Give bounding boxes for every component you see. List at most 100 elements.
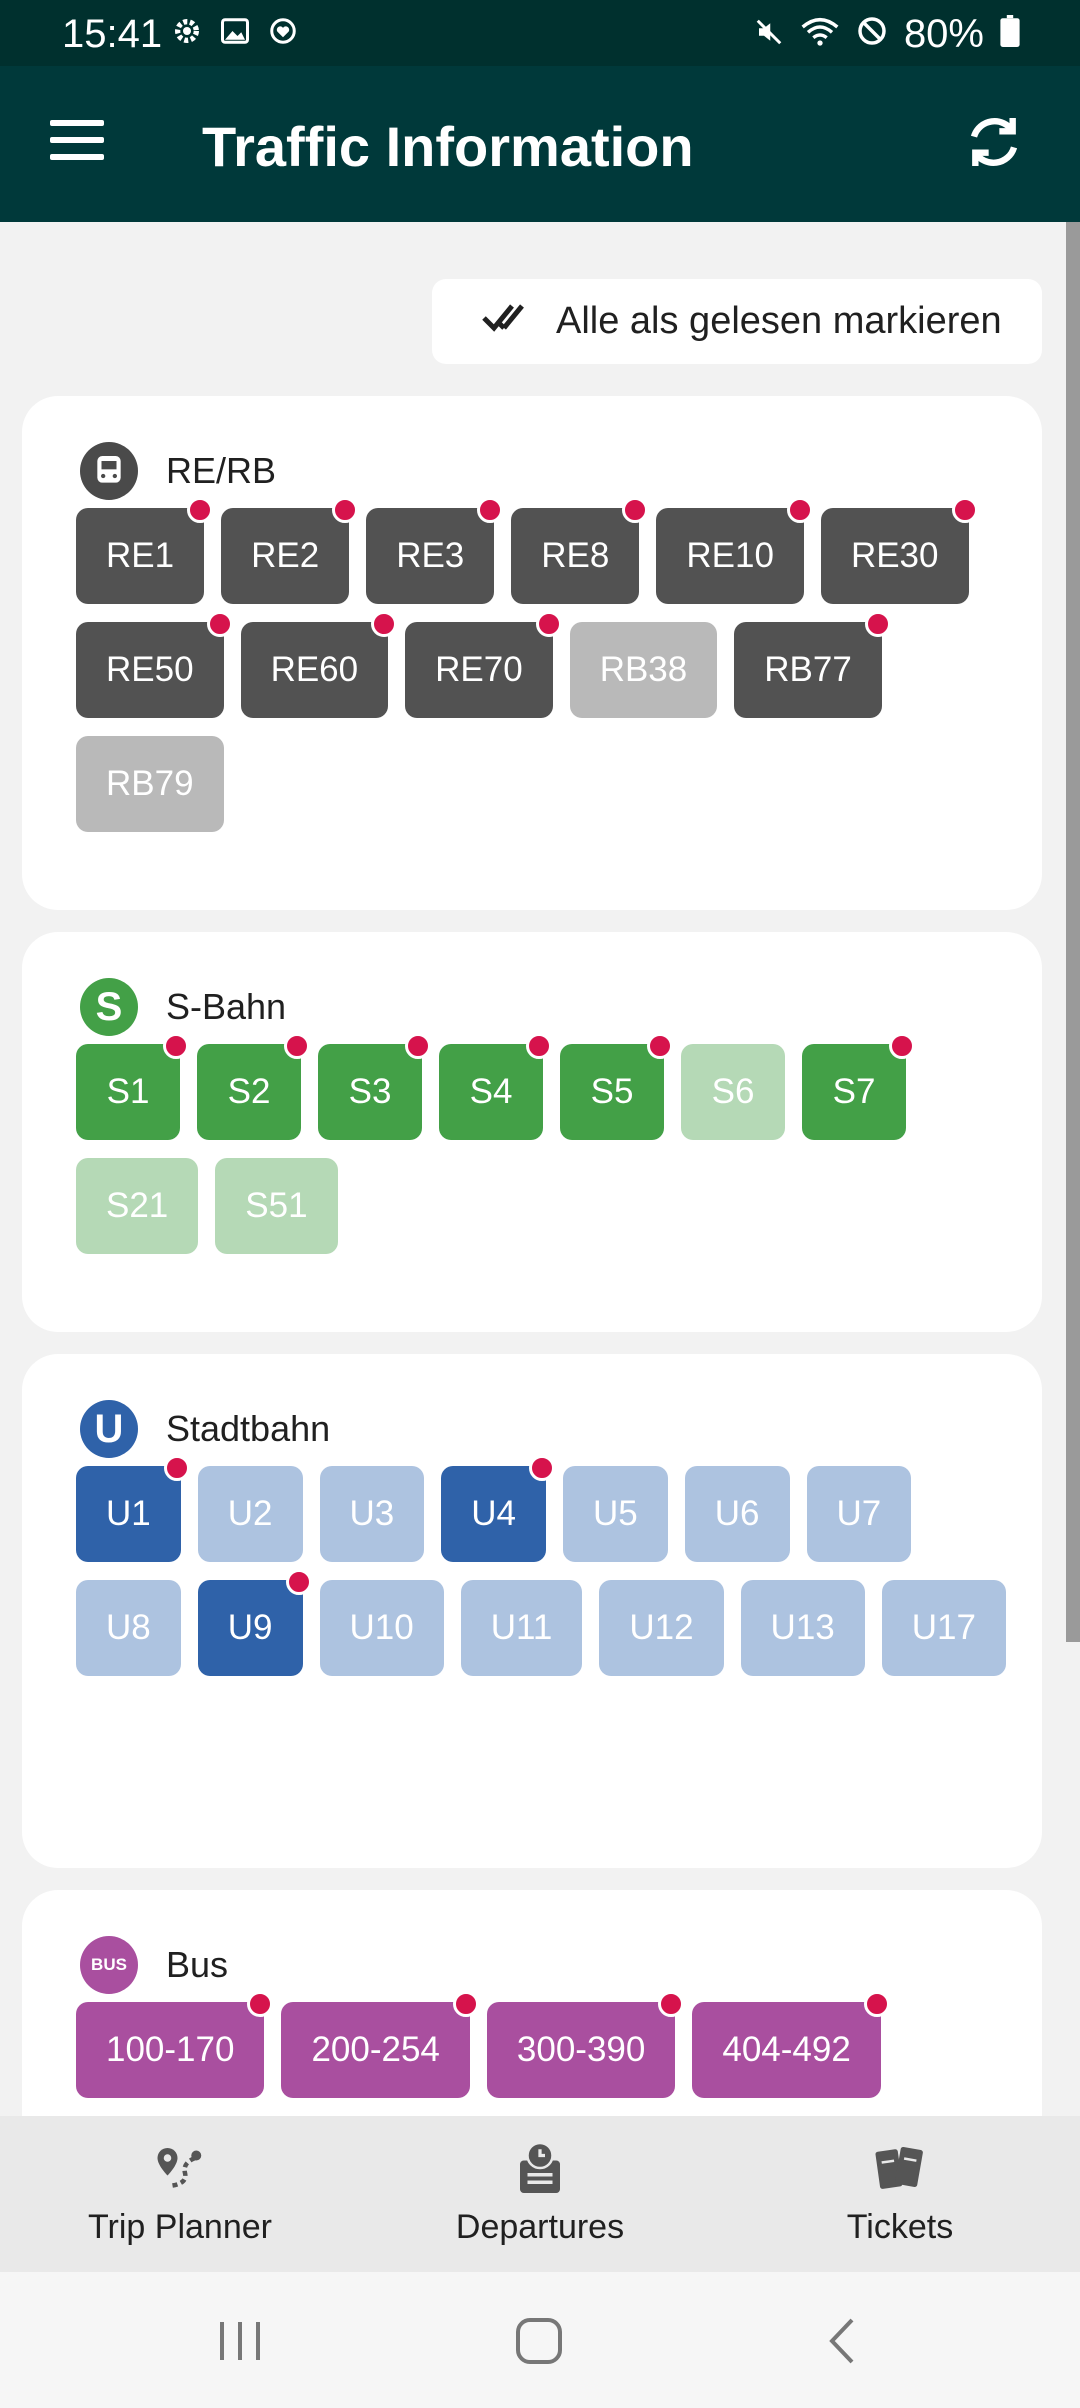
line-chip[interactable]: 200-254 [281,1991,479,2098]
line-chip[interactable]: 404-492 [692,1991,890,2098]
line-chip[interactable]: RB38 [569,622,718,718]
back-icon[interactable] [822,2316,882,2366]
bus-icon: BUS [80,1936,138,1994]
nav-departures[interactable]: Departures [360,2116,720,2272]
line-chip[interactable]: S3 [318,1033,431,1140]
line-list: 100-170 200-254 300-390 404-492 [76,1991,1016,2098]
content-area[interactable]: Alle als gelesen markieren RE/RB RE1 RE2 R… [0,222,1080,2116]
line-chip[interactable]: RE3 [366,497,504,604]
section-bus: BUS Bus 100-170 200-254 300-390 404-492 [22,1890,1042,2116]
settings-icon [170,14,204,48]
line-chip[interactable]: U12 [599,1580,724,1676]
line-chip[interactable]: S1 [76,1033,189,1140]
wifi-icon [800,12,840,57]
line-label: S21 [106,1186,169,1225]
alert-dot [529,1455,555,1481]
image-icon [218,14,252,48]
alert-dot [452,1991,479,2017]
home-icon[interactable] [514,2316,574,2366]
line-chip[interactable]: 300-390 [486,1991,685,2098]
clock-board-icon [510,2138,570,2198]
line-chip[interactable]: S6 [681,1044,785,1140]
line-list: RE1 RE2 RE3 RE8 RE10 RE30 RE50 RE60 RE70 RB38 RB77… [76,497,1016,832]
alert-dot [284,1033,310,1059]
line-chip[interactable]: U8 [76,1580,181,1676]
line-chip[interactable]: RB79 [76,736,224,832]
line-chip[interactable]: RB77 [734,611,891,718]
alert-dot [206,611,233,637]
line-label: S7 [832,1072,876,1111]
line-chip[interactable]: RE2 [221,497,359,604]
line-chip[interactable]: S21 [76,1158,199,1254]
line-label: 200-254 [311,2030,440,2069]
alert-dot [786,497,813,523]
line-chip[interactable]: S4 [439,1033,552,1140]
line-chip[interactable]: U9 [197,1569,312,1676]
line-label: U5 [593,1494,638,1533]
alert-dot [864,611,891,637]
line-label: U4 [471,1494,516,1533]
section-title: RE/RB [166,450,277,491]
line-chip[interactable]: U5 [563,1466,668,1562]
line-chip[interactable]: U13 [740,1580,865,1676]
page-title: Traffic Information [202,115,694,178]
line-chip[interactable]: U6 [684,1466,790,1562]
line-label: U7 [836,1494,882,1533]
line-chip[interactable]: RE60 [240,611,398,718]
line-chip[interactable]: S7 [802,1033,915,1140]
line-label: U2 [227,1494,273,1533]
scrollbar[interactable] [1066,222,1080,1642]
refresh-icon[interactable] [962,110,1028,176]
line-chip[interactable]: U2 [197,1466,303,1562]
mark-all-read-button[interactable]: Alle als gelesen markieren [432,279,1042,364]
line-label: RE70 [435,650,523,689]
heart-circle-icon [266,14,300,48]
s-bahn-icon: S [80,978,138,1036]
nav-trip-planner[interactable]: Trip Planner [0,2116,360,2272]
section-re-rb: RE/RB RE1 RE2 RE3 RE8 RE10 RE30 RE50 RE60 RE70 RB… [22,396,1042,910]
line-label: RB79 [106,764,194,803]
alert-dot [405,1033,431,1059]
line-chip[interactable]: U10 [319,1580,444,1676]
line-label: S2 [227,1072,271,1111]
alert-dot [163,1455,190,1481]
line-chip[interactable]: S2 [197,1033,310,1140]
line-label: RE3 [396,536,465,575]
line-chip[interactable]: S51 [215,1158,338,1254]
tickets-icon [870,2138,930,2198]
line-label: S6 [711,1072,755,1111]
line-label: RB77 [764,650,852,689]
alert-dot [647,1033,673,1059]
line-chip[interactable]: RE10 [656,497,813,604]
line-chip[interactable]: U3 [319,1466,425,1562]
nav-label: Tickets [846,2208,954,2246]
alert-dot [332,497,359,523]
line-chip[interactable]: RE50 [76,611,233,718]
nav-tickets[interactable]: Tickets [720,2116,1080,2272]
line-label: U6 [714,1494,760,1533]
line-chip[interactable]: RE1 [76,497,214,604]
line-chip[interactable]: 100-170 [76,1991,274,2098]
line-label: RE30 [850,536,939,575]
line-chip[interactable]: RE8 [511,497,649,604]
line-label: U10 [349,1608,414,1647]
line-chip[interactable]: RE70 [405,611,562,718]
line-label: U17 [911,1608,976,1647]
line-label: 404-492 [722,2030,851,2069]
hamburger-menu-icon[interactable] [50,118,110,168]
line-chip[interactable]: U11 [460,1580,583,1676]
line-chip[interactable]: RE30 [820,497,978,604]
line-chip[interactable]: U1 [76,1455,190,1562]
alert-dot [622,497,649,523]
recents-icon[interactable] [216,2316,276,2366]
line-chip[interactable]: S5 [560,1033,673,1140]
line-chip[interactable]: U17 [881,1580,1006,1676]
line-chip[interactable]: U4 [441,1455,555,1562]
nav-label: Departures [455,2208,625,2246]
status-bar: 15:41 80% [0,0,1080,66]
section-stadtbahn: U Stadtbahn U1 U2 U3 U4 U5 U6 U7 U8 U9 U10 U11 U12 U… [22,1354,1042,1868]
bottom-navigation: Trip Planner Departures Tickets [0,2116,1080,2272]
battery-text: 80% [903,12,984,56]
section-title: Bus [166,1944,229,1985]
line-chip[interactable]: U7 [806,1466,912,1562]
